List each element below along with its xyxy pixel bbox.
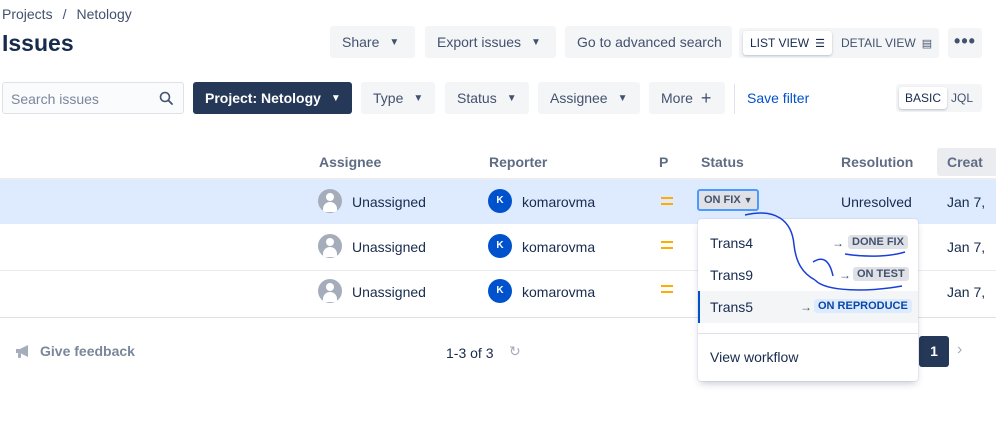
annotation-overlay xyxy=(744,212,906,291)
annotation-stroke xyxy=(844,251,906,257)
annotation-stroke xyxy=(814,279,903,291)
annotation-stroke xyxy=(744,212,816,281)
annotation-stroke xyxy=(812,258,834,277)
